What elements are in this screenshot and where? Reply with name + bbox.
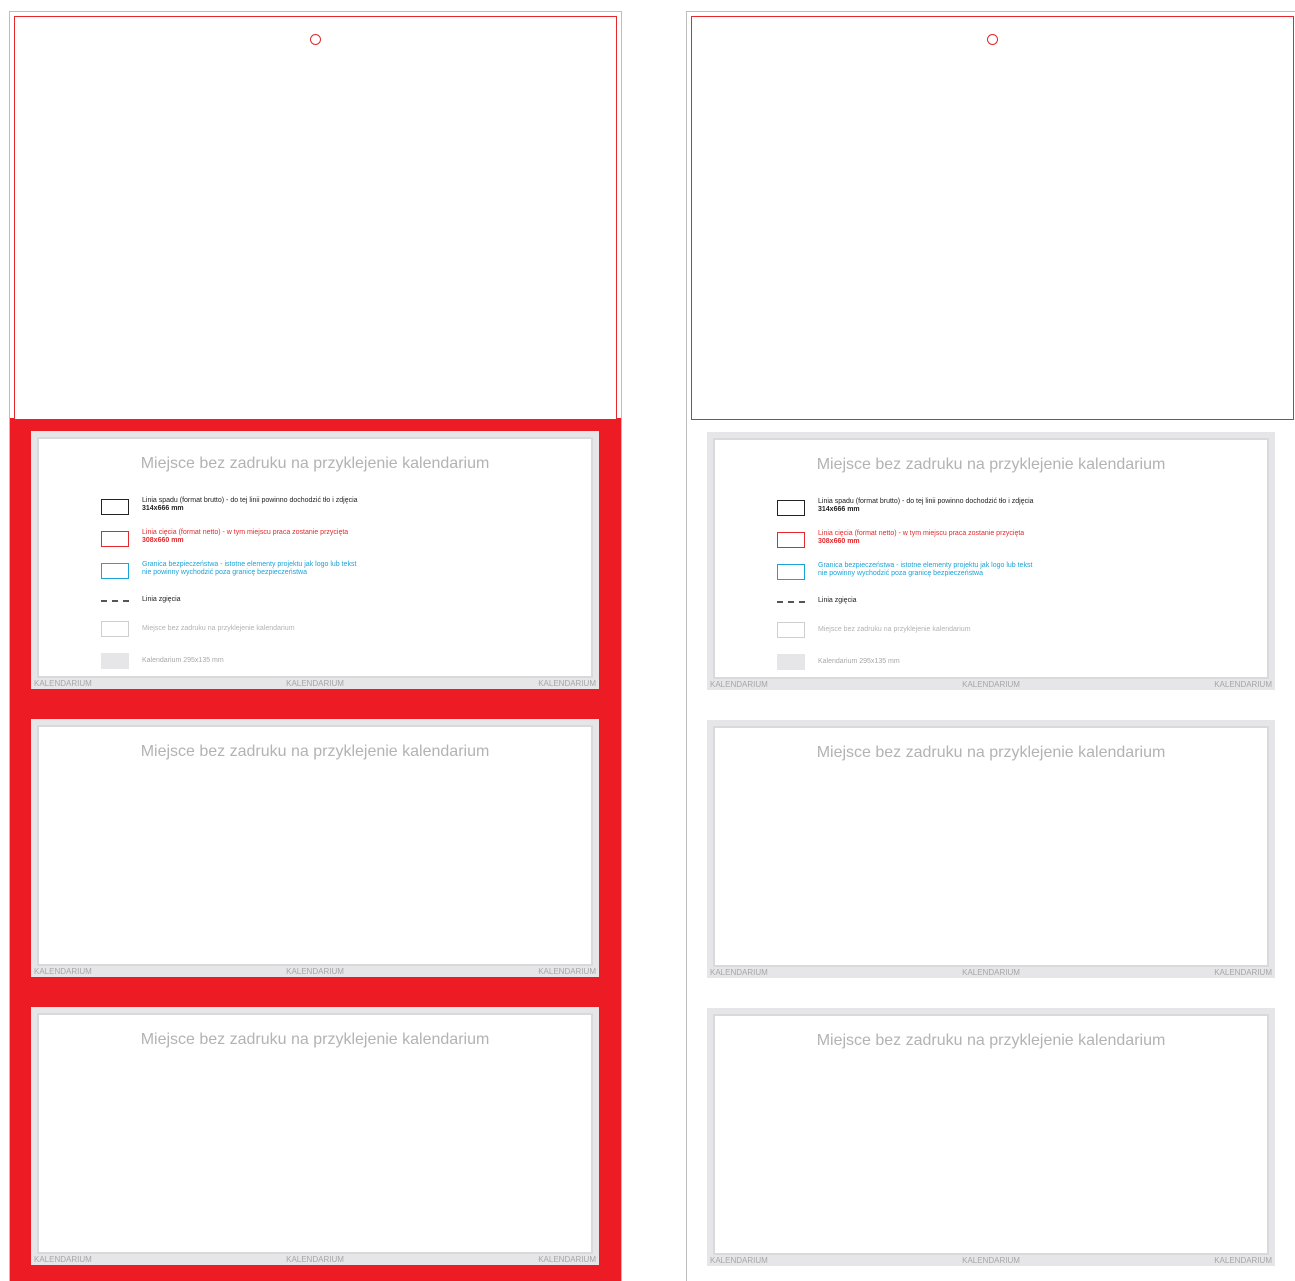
footer-label: KALENDARIUM [286, 1255, 344, 1264]
legend-calendar: Kalendarium 295x135 mm [101, 651, 521, 673]
legend-bleed-size: 314x666 mm [818, 506, 860, 513]
calendar-panel-3: Miejsce bez zadruku na przyklejenie kale… [707, 1008, 1275, 1266]
panel-title: Miejsce bez zadruku na przyklejenie kale… [816, 744, 1166, 761]
legend-calendar: Kalendarium 295x135 mm [777, 652, 1197, 674]
calendar-swatch-icon [777, 654, 805, 670]
footer-label: KALENDARIUM [710, 1256, 768, 1265]
legend-safety: Granica bezpieczeństwa - istotne element… [777, 562, 1197, 584]
panel-footer: KALENDARIUM KALENDARIUM KALENDARIUM [31, 1254, 599, 1265]
panel-title: Miejsce bez zadruku na przyklejenie kale… [816, 1032, 1166, 1049]
calendar-panel-3: Miejsce bez zadruku na przyklejenie kale… [31, 1007, 599, 1265]
footer-label: KALENDARIUM [710, 968, 768, 977]
footer-label: KALENDARIUM [1214, 968, 1272, 977]
calendar-template-plain: Miejsce bez zadruku na przyklejenie kale… [686, 11, 1295, 1281]
fold-line-icon [101, 600, 129, 602]
calendar-swatch-icon [101, 653, 129, 669]
legend-safety: Granica bezpieczeństwa - istotne element… [101, 561, 521, 583]
panel-title: Miejsce bez zadruku na przyklejenie kale… [140, 743, 490, 760]
legend-fold: Linia zgięcia [777, 594, 1197, 610]
panel-footer: KALENDARIUM KALENDARIUM KALENDARIUM [707, 967, 1275, 978]
hanging-hole-icon [309, 34, 321, 45]
bleed-swatch-icon [101, 499, 129, 515]
footer-label: KALENDARIUM [34, 967, 92, 976]
legend-bleed: Linia spadu (format brutto) - do tej lin… [101, 497, 521, 519]
legend-safety-text-1: Granica bezpieczeństwa - istotne element… [818, 562, 1033, 569]
legend-cut-size: 308x660 mm [142, 537, 184, 544]
legend-bleed-text: Linia spadu (format brutto) - do tej lin… [142, 497, 358, 504]
panel-footer: KALENDARIUM KALENDARIUM KALENDARIUM [707, 679, 1275, 690]
legend-blank-area: Miejsce bez zadruku na przyklejenie kale… [101, 619, 521, 641]
legend-blank-text: Miejsce bez zadruku na przyklejenie kale… [142, 625, 295, 632]
legend-blank-area: Miejsce bez zadruku na przyklejenie kale… [777, 620, 1197, 642]
footer-label: KALENDARIUM [1214, 680, 1272, 689]
footer-label: KALENDARIUM [962, 1256, 1020, 1265]
legend-bleed-text: Linia spadu (format brutto) - do tej lin… [818, 498, 1034, 505]
legend-cut-size: 308x660 mm [818, 538, 860, 545]
legend-cut-text: Linia cięcia (format netto) - w tym miej… [142, 529, 349, 536]
legend-safety-text-1: Granica bezpieczeństwa - istotne element… [142, 561, 357, 568]
footer-label: KALENDARIUM [34, 679, 92, 688]
blank-area-swatch-icon [101, 621, 129, 637]
panel-footer: KALENDARIUM KALENDARIUM KALENDARIUM [31, 678, 599, 689]
legend-cut-text: Linia cięcia (format netto) - w tym miej… [818, 530, 1025, 537]
legend-fold-text: Linia zgięcia [142, 596, 181, 603]
panel-title: Miejsce bez zadruku na przyklejenie kale… [140, 455, 490, 472]
footer-label: KALENDARIUM [34, 1255, 92, 1264]
safety-swatch-icon [101, 563, 129, 579]
calendar-panel-1: Miejsce bez zadruku na przyklejenie kale… [707, 432, 1275, 690]
fold-line-icon [777, 601, 805, 603]
legend-bleed: Linia spadu (format brutto) - do tej lin… [777, 498, 1197, 520]
hanging-hole-icon [986, 34, 998, 45]
legend-calendar-text: Kalendarium 295x135 mm [142, 657, 224, 664]
blank-area-swatch-icon [777, 622, 805, 638]
footer-label: KALENDARIUM [538, 679, 596, 688]
footer-label: KALENDARIUM [286, 967, 344, 976]
cut-swatch-icon [101, 531, 129, 547]
calendar-panel-1: Miejsce bez zadruku na przyklejenie kale… [31, 431, 599, 689]
footer-label: KALENDARIUM [710, 680, 768, 689]
panel-title: Miejsce bez zadruku na przyklejenie kale… [140, 1031, 490, 1048]
legend-fold-text: Linia zgięcia [818, 597, 857, 604]
calendar-panel-2: Miejsce bez zadruku na przyklejenie kale… [707, 720, 1275, 978]
top-image-area [14, 16, 617, 420]
legend: Linia spadu (format brutto) - do tej lin… [101, 497, 521, 683]
legend-cut: Linia cięcia (format netto) - w tym miej… [101, 529, 521, 551]
cut-swatch-icon [777, 532, 805, 548]
footer-label: KALENDARIUM [962, 968, 1020, 977]
panel-title: Miejsce bez zadruku na przyklejenie kale… [816, 456, 1166, 473]
top-image-area [691, 16, 1294, 420]
footer-label: KALENDARIUM [538, 967, 596, 976]
footer-label: KALENDARIUM [286, 679, 344, 688]
calendar-panel-2: Miejsce bez zadruku na przyklejenie kale… [31, 719, 599, 977]
legend-blank-text: Miejsce bez zadruku na przyklejenie kale… [818, 626, 971, 633]
panel-footer: KALENDARIUM KALENDARIUM KALENDARIUM [31, 966, 599, 977]
legend-fold: Linia zgięcia [101, 593, 521, 609]
legend-safety-text-2: nie powinny wychodzić poza granicę bezpi… [142, 569, 307, 576]
legend-calendar-text: Kalendarium 295x135 mm [818, 658, 900, 665]
footer-label: KALENDARIUM [1214, 1256, 1272, 1265]
footer-label: KALENDARIUM [538, 1255, 596, 1264]
legend: Linia spadu (format brutto) - do tej lin… [777, 498, 1197, 684]
legend-bleed-size: 314x666 mm [142, 505, 184, 512]
legend-safety-text-2: nie powinny wychodzić poza granicę bezpi… [818, 570, 983, 577]
panel-footer: KALENDARIUM KALENDARIUM KALENDARIUM [707, 1255, 1275, 1266]
safety-swatch-icon [777, 564, 805, 580]
footer-label: KALENDARIUM [962, 680, 1020, 689]
legend-cut: Linia cięcia (format netto) - w tym miej… [777, 530, 1197, 552]
bleed-swatch-icon [777, 500, 805, 516]
calendar-template-highlighted: Miejsce bez zadruku na przyklejenie kale… [9, 11, 622, 1281]
